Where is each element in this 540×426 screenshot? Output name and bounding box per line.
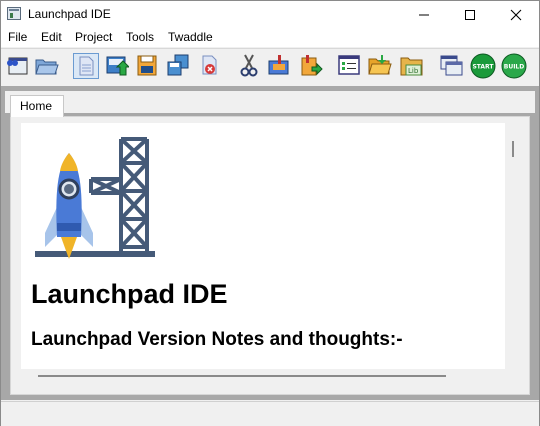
toolbar-button-open[interactable] xyxy=(34,53,60,79)
save-icon xyxy=(137,55,157,76)
start-button[interactable]: START xyxy=(470,53,496,79)
list-icon xyxy=(338,55,360,75)
toolbar-button-library[interactable]: Lib xyxy=(399,53,425,79)
toolbar-button-open-project[interactable] xyxy=(367,53,393,79)
document-heading: Launchpad IDE xyxy=(31,279,228,309)
maximize-button[interactable] xyxy=(447,1,493,28)
toolbar-button-paste[interactable] xyxy=(299,53,325,79)
toolbar-button-close-file[interactable] xyxy=(198,53,224,79)
window-title: Launchpad IDE xyxy=(28,7,111,21)
menu-tools[interactable]: Tools xyxy=(126,30,154,44)
start-label: START xyxy=(472,64,494,71)
title-bar[interactable]: Launchpad IDE xyxy=(1,1,539,28)
close-file-icon xyxy=(202,55,217,75)
menu-file[interactable]: File xyxy=(8,30,27,44)
cut-icon xyxy=(240,54,258,77)
minimize-icon xyxy=(419,14,429,15)
toolbar-button-window[interactable] xyxy=(439,53,465,79)
tab-home-label: Home xyxy=(20,99,53,113)
copy-icon xyxy=(268,55,289,75)
library-label: Lib xyxy=(408,67,419,75)
app-icon xyxy=(7,7,21,20)
menu-bar: File Edit Project Tools Twaddle xyxy=(1,28,539,47)
horizontal-scrollbar[interactable] xyxy=(21,369,506,383)
close-button[interactable] xyxy=(493,1,539,28)
paste-icon xyxy=(301,55,323,76)
minimize-button[interactable] xyxy=(401,1,447,28)
toolbar-button-copy[interactable] xyxy=(267,53,293,79)
open-project-icon xyxy=(368,55,392,75)
toolbar-button-save-all[interactable] xyxy=(166,53,192,79)
toolbar-button-new[interactable] xyxy=(73,53,99,79)
toolbar: Lib START BUILD xyxy=(1,48,539,85)
window-icon xyxy=(440,55,463,76)
toolbar-button-upload[interactable] xyxy=(105,53,131,79)
menu-twaddle[interactable]: Twaddle xyxy=(168,30,213,44)
build-label: BUILD xyxy=(504,64,525,71)
maximize-icon xyxy=(465,9,475,20)
home-document: Launchpad IDE Launchpad Version Notes an… xyxy=(21,123,505,369)
menu-edit[interactable]: Edit xyxy=(41,30,62,44)
new-file-icon xyxy=(79,56,94,76)
app-window: Launchpad IDE File Edit Project Tools Tw… xyxy=(0,0,540,426)
build-icon: BUILD xyxy=(501,53,527,79)
status-bar xyxy=(1,401,539,426)
toolbar-button-view[interactable] xyxy=(5,53,31,79)
toolbar-button-list[interactable] xyxy=(337,53,363,79)
upload-icon xyxy=(106,56,131,76)
toolbar-button-save[interactable] xyxy=(135,53,161,79)
menu-project[interactable]: Project xyxy=(75,30,112,44)
vertical-scrollbar[interactable] xyxy=(506,123,520,369)
vertical-scroll-thumb[interactable] xyxy=(512,141,514,157)
close-icon xyxy=(510,9,522,20)
document-subheading: Launchpad Version Notes and thoughts:- xyxy=(31,329,403,350)
toolbar-button-cut[interactable] xyxy=(237,53,263,79)
view-icon xyxy=(7,57,28,75)
build-button[interactable]: BUILD xyxy=(501,53,527,79)
launchpad-logo xyxy=(35,137,155,259)
tab-bar xyxy=(5,91,535,113)
library-icon: Lib xyxy=(400,57,423,76)
open-folder-icon xyxy=(35,59,59,75)
tab-home[interactable]: Home xyxy=(10,95,64,117)
horizontal-scroll-thumb[interactable] xyxy=(38,375,446,377)
save-all-icon xyxy=(167,54,189,76)
start-icon: START xyxy=(470,53,496,79)
